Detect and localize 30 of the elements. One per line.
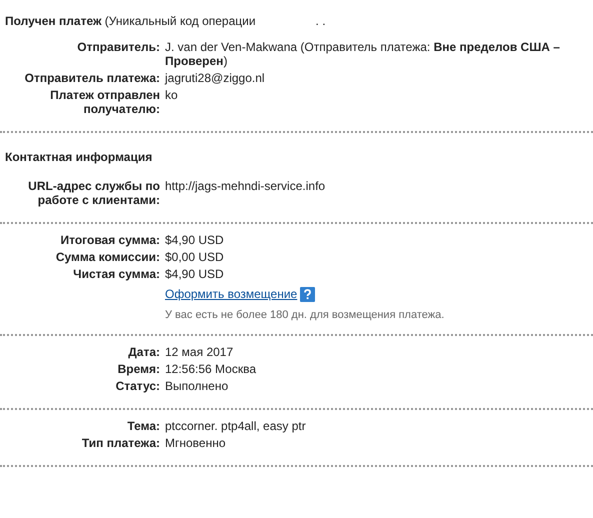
refund-note: У вас есть не более 180 дн. для возмещения платежа.	[165, 308, 446, 322]
field-label: Статус:	[116, 379, 160, 394]
field-value: Выполнено	[165, 379, 228, 394]
field-label: Дата:	[128, 345, 160, 360]
field-label: Отправитель платежа:	[24, 71, 160, 85]
field-value: $0,00 USD	[165, 250, 224, 264]
field-label: Платеж отправлен получателю:	[50, 88, 160, 116]
field-value: $4,90 USD	[165, 233, 224, 247]
refund-link[interactable]: Оформить возмещение	[165, 287, 298, 301]
field-label: Сумма комиссии:	[56, 250, 160, 264]
field-label: Отправитель:	[77, 40, 160, 54]
field-value: http://jags-mehndi-service.info	[165, 179, 326, 193]
field-value: $4,90 USD	[165, 267, 224, 281]
field-label: Итоговая сумма:	[60, 233, 160, 247]
field-label: Тема:	[127, 419, 160, 434]
field-value: ptccorner. ptp4all, easy ptr	[165, 419, 306, 434]
field-value: Мгновенно	[165, 436, 226, 450]
field-label: Тип платежа:	[82, 436, 160, 450]
field-value: 12 мая 2017	[165, 345, 234, 360]
field-label: Чистая сумма:	[73, 267, 160, 281]
field-value: ko	[165, 88, 178, 102]
field-value: J. van der Ven-Makwana (Отправитель платежа: Вне пределов США – Проверен)	[165, 40, 560, 68]
payment-heading: Получен платеж (Уникальный код операции	[5, 14, 256, 28]
field-label: Время:	[118, 362, 160, 376]
field-value: 12:56:56 Москва	[165, 362, 256, 376]
heading-tail-text: . .	[316, 14, 326, 28]
help-icon[interactable]	[300, 287, 316, 302]
field-value: jagruti28@ziggo.nl	[165, 71, 265, 85]
field-label: URL-адрес службы по работе с клиентами:	[28, 179, 160, 207]
section-title: Контактная информация	[4, 150, 154, 164]
